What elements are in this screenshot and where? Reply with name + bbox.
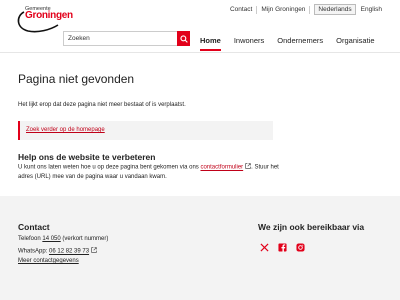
- search-button[interactable]: [177, 31, 190, 46]
- whatsapp-link[interactable]: 06 12 82 39 73: [49, 249, 89, 255]
- gemeente-groningen-logo[interactable]: Gemeente Groningen: [14, 6, 73, 33]
- search-placeholder: Zoeken: [68, 35, 90, 42]
- phone-link[interactable]: 14 050: [42, 236, 60, 242]
- facebook-icon: [278, 243, 287, 252]
- whatsapp-label: WhatsApp:: [18, 248, 50, 255]
- search-icon: [179, 34, 188, 43]
- external-link-icon: [91, 247, 97, 253]
- x-twitter-icon: [260, 243, 269, 252]
- contactformulier-link[interactable]: contactformulier: [200, 165, 243, 171]
- language-en-button[interactable]: English: [361, 6, 382, 13]
- nav-inwoners[interactable]: Inwoners: [234, 36, 264, 45]
- header-divider: [0, 52, 400, 53]
- mijn-groningen-link[interactable]: Mijn Groningen: [261, 6, 305, 13]
- homepage-link[interactable]: Zoek verder op de homepage: [26, 127, 105, 133]
- footer-phone-line: Telefoon 14 050 (verkort nummer): [18, 236, 108, 242]
- nav-organisatie[interactable]: Organisatie: [336, 36, 374, 45]
- main-navigation: Home Inwoners Ondernemers Organisatie: [200, 36, 388, 51]
- footer-contact-title: Contact: [18, 222, 50, 232]
- help-heading: Help ons de website te verbeteren: [18, 152, 156, 162]
- top-utility-bar: Contact Mijn Groningen Nederlands Englis…: [230, 4, 382, 15]
- footer-whatsapp-line: WhatsApp: 06 12 82 39 73: [18, 247, 97, 255]
- divider: [309, 5, 311, 14]
- nav-ondernemers[interactable]: Ondernemers: [277, 36, 323, 45]
- language-nl-button[interactable]: Nederlands: [314, 4, 356, 15]
- footer: Contact Telefoon 14 050 (verkort nummer)…: [0, 196, 400, 300]
- footer-more-line: Meer contactgegevens: [18, 258, 79, 264]
- intro-text: Het lijkt erop dat deze pagina niet meer…: [18, 102, 186, 108]
- instagram-icon: [296, 243, 305, 252]
- help-text-start: U kunt ons laten weten hoe u op deze pag…: [18, 164, 201, 171]
- phone-note: (verkort nummer): [60, 236, 109, 242]
- nav-home[interactable]: Home: [200, 36, 221, 51]
- page-title: Pagina niet gevonden: [18, 72, 135, 86]
- phone-label: Telefoon: [18, 236, 43, 242]
- logo-groningen-text: Groningen: [25, 10, 73, 21]
- help-text: U kunt ons laten weten hoe u op deze pag…: [18, 163, 280, 182]
- divider: [256, 5, 258, 14]
- homepage-callout: Zoek verder op de homepage: [18, 121, 273, 140]
- x-twitter-link[interactable]: [259, 242, 270, 253]
- instagram-link[interactable]: [295, 242, 306, 253]
- contact-link[interactable]: Contact: [230, 6, 252, 13]
- search-input[interactable]: Zoeken: [63, 31, 178, 46]
- footer-reach-title: We zijn ook bereikbaar via: [258, 222, 365, 232]
- more-contact-link[interactable]: Meer contactgegevens: [18, 258, 79, 264]
- facebook-link[interactable]: [277, 242, 288, 253]
